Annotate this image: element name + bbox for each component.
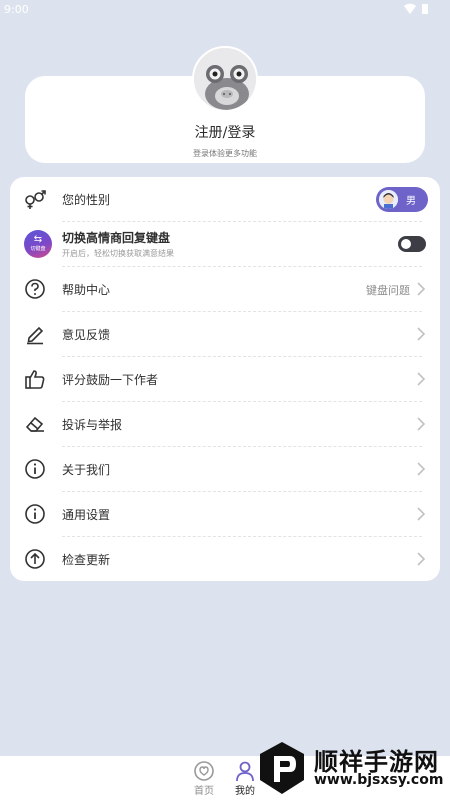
help-value: 键盘问题	[366, 284, 410, 297]
keyboard-switch-toggle[interactable]	[398, 236, 426, 252]
gender-value: 男	[406, 196, 416, 207]
menu-item-keyboard-switch: ⇆ 切键盘 切换高情商回复键盘 开启后，轻松切换获取满意结果	[10, 222, 440, 267]
battery-icon	[422, 4, 428, 14]
chevron-right-icon	[417, 417, 426, 431]
home-chat-icon	[194, 761, 214, 781]
watermark-logo-icon	[260, 742, 304, 794]
thumbs-up-icon	[25, 370, 45, 389]
info-circle-icon	[25, 459, 45, 479]
arrow-up-circle-icon	[25, 549, 45, 569]
avatar[interactable]	[192, 46, 258, 112]
login-register-label[interactable]: 注册/登录	[25, 122, 425, 142]
watermark-url: www.bjsxsy.com	[314, 772, 444, 788]
status-bar: 9:00	[0, 0, 450, 20]
settings-label: 通用设置	[62, 508, 111, 522]
tab-home[interactable]: 首页	[184, 758, 224, 798]
rate-label: 评分鼓励一下作者	[62, 373, 159, 387]
status-time: 9:00	[4, 3, 29, 16]
keyboard-switch-hint: 开启后，轻松切换获取满意结果	[62, 249, 174, 258]
chevron-right-icon	[417, 327, 426, 341]
help-label: 帮助中心	[62, 283, 111, 297]
chevron-right-icon	[417, 282, 426, 296]
keyboard-app-logo-icon: ⇆ 切键盘	[24, 230, 52, 258]
menu-item-report[interactable]: 投诉与举报	[10, 402, 440, 447]
chevron-right-icon	[417, 507, 426, 521]
gender-selector[interactable]: 男	[376, 187, 428, 212]
edit-pencil-icon	[27, 326, 44, 345]
menu-item-feedback[interactable]: 意见反馈	[10, 312, 440, 357]
menu-item-about[interactable]: 关于我们	[10, 447, 440, 492]
settings-menu: 您的性别 男 ⇆ 切键盘 切换高情商回复键盘 开启后，轻松切换获取满意结果 帮助…	[10, 177, 440, 581]
login-hint: 登录体验更多功能	[193, 149, 257, 158]
chevron-right-icon	[417, 462, 426, 476]
keyboard-logo-text: 切键盘	[30, 246, 46, 252]
chevron-right-icon	[417, 552, 426, 566]
update-label: 检查更新	[62, 553, 111, 567]
wifi-icon	[404, 3, 416, 14]
menu-item-settings[interactable]: 通用设置	[10, 492, 440, 537]
eraser-icon	[25, 416, 44, 432]
chevron-right-icon	[417, 372, 426, 386]
menu-item-help[interactable]: 帮助中心 键盘问题	[10, 267, 440, 312]
report-label: 投诉与举报	[62, 418, 123, 432]
menu-item-update[interactable]: 检查更新	[10, 537, 440, 582]
about-label: 关于我们	[62, 463, 111, 477]
user-icon	[236, 761, 254, 782]
question-circle-icon	[25, 279, 45, 299]
keyboard-switch-label: 切换高情商回复键盘	[62, 231, 171, 245]
male-avatar-icon	[379, 190, 398, 209]
info-circle-icon	[25, 504, 45, 524]
toggle-knob	[401, 239, 411, 249]
menu-item-gender[interactable]: 您的性别 男	[10, 177, 440, 222]
gender-icon	[25, 190, 46, 209]
gender-label: 您的性别	[62, 193, 111, 207]
tab-home-label: 首页	[194, 786, 214, 797]
feedback-label: 意见反馈	[62, 328, 111, 342]
site-watermark: 顺祥手游网 www.bjsxsy.com	[256, 740, 446, 796]
menu-item-rate[interactable]: 评分鼓励一下作者	[10, 357, 440, 402]
